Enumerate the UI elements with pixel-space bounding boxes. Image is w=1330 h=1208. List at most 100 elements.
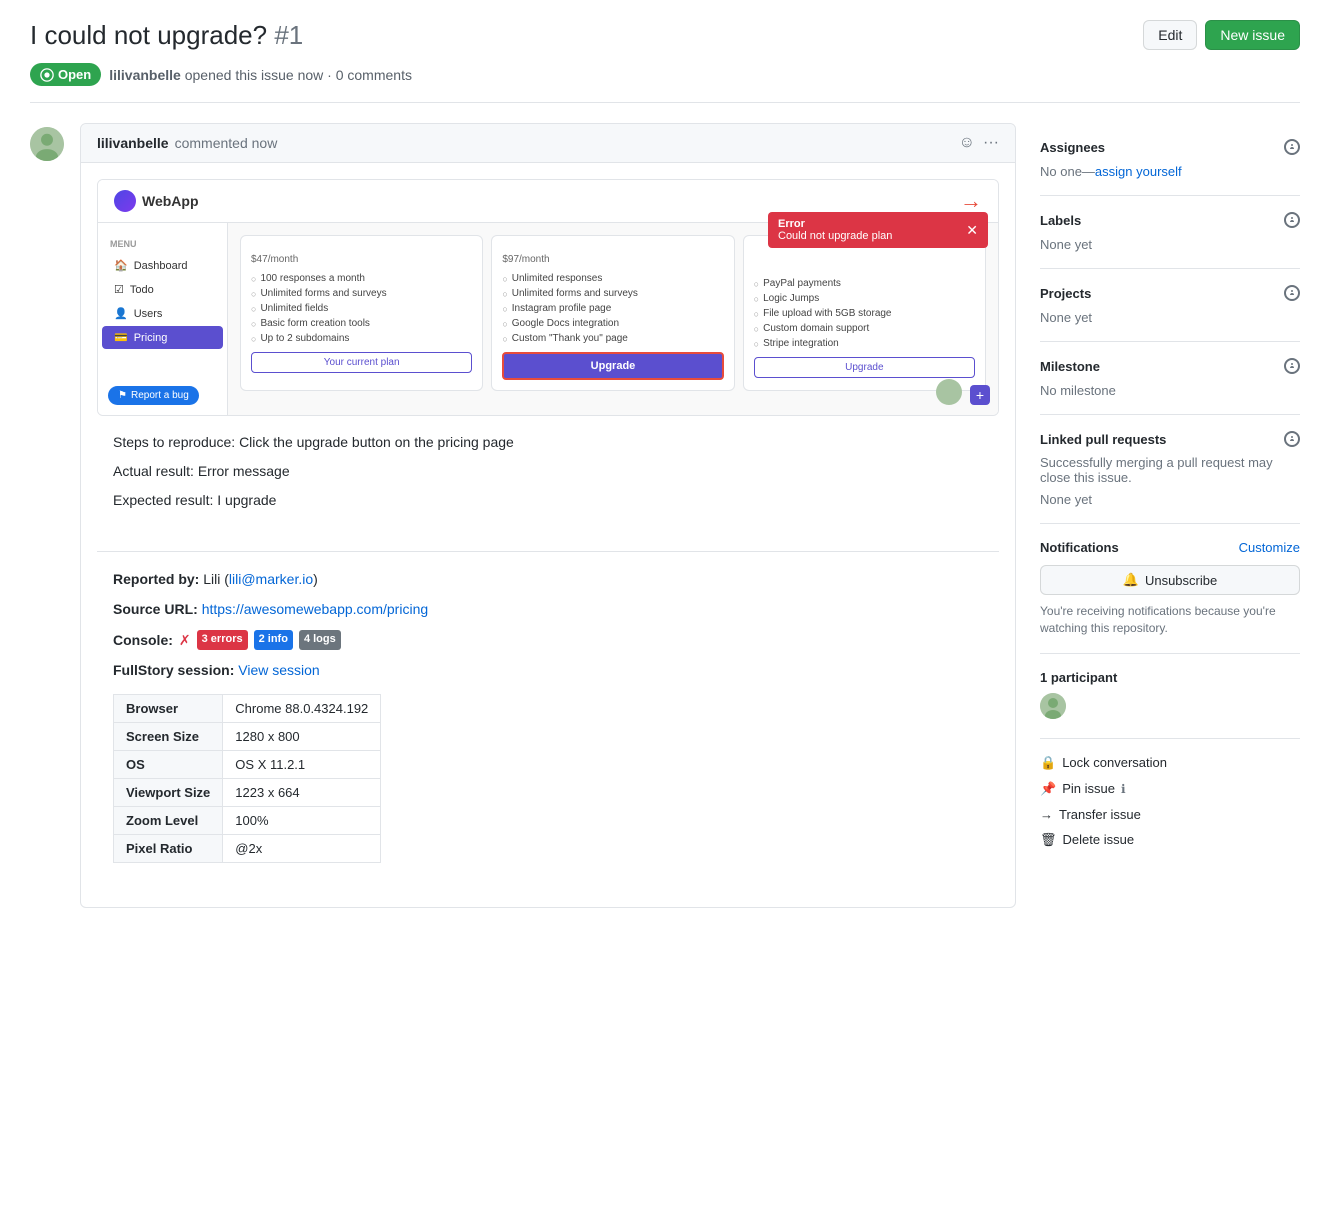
comment-verb: commented now (175, 135, 278, 151)
issue-author: lilivanbelle (109, 67, 181, 83)
pricing-col-2: $97/month Unlimited responses Unlimited … (491, 235, 734, 391)
plan3-feature-4: Custom domain support (754, 323, 975, 334)
table-cell-value: 1223 x 664 (223, 778, 381, 806)
open-icon (40, 68, 54, 82)
main-layout: lilivanbelle commented now ☺ ··· (30, 123, 1300, 924)
labels-value: None yet (1040, 237, 1092, 252)
pin-issue-link[interactable]: 📌 Pin issue ℹ (1040, 781, 1300, 797)
notifications-title: Notifications (1040, 540, 1119, 555)
expected-result: Expected result: I upgrade (113, 490, 983, 511)
notifications-header: Notifications Customize (1040, 540, 1300, 555)
pricing-col-3: PayPal payments Logic Jumps File upload … (743, 235, 986, 391)
sidebar-linked-prs: Linked pull requests Successfully mergin… (1040, 415, 1300, 524)
customize-link[interactable]: Customize (1239, 540, 1300, 555)
delete-label: Delete issue (1063, 832, 1135, 847)
issue-meta-text: lilivanbelle opened this issue now · 0 c… (109, 67, 412, 83)
error-close-icon[interactable]: ✕ (966, 222, 978, 239)
webapp-menu-todo[interactable]: ☑ Todo (102, 278, 223, 301)
table-cell-label: Viewport Size (114, 778, 223, 806)
projects-header: Projects (1040, 285, 1300, 301)
webapp-mockup: Error Could not upgrade plan ✕ (98, 180, 998, 415)
assignees-gear-icon[interactable] (1284, 139, 1300, 155)
steps-text: Steps to reproduce: Click the upgrade bu… (113, 432, 983, 453)
avatar-svg (30, 127, 64, 161)
participant-avatar-svg (1040, 693, 1066, 719)
plan1-feature-2: Unlimited forms and surveys (251, 288, 472, 299)
fullstory-link[interactable]: View session (238, 662, 319, 678)
webapp-menu-label: MENU (98, 235, 227, 253)
sidebar-labels: Labels None yet (1040, 196, 1300, 269)
table-cell-label: Zoom Level (114, 806, 223, 834)
table-cell-label: Screen Size (114, 722, 223, 750)
error-content: Error Could not upgrade plan (778, 218, 892, 242)
issue-body-wrapper: lilivanbelle commented now ☺ ··· (30, 123, 1016, 924)
plan2-feature-2: Unlimited forms and surveys (502, 288, 723, 299)
content-area: lilivanbelle commented now ☺ ··· (30, 123, 1016, 924)
source-url-link[interactable]: https://awesomewebapp.com/pricing (202, 601, 428, 617)
divider (97, 551, 999, 552)
reported-by-label: Reported by: (113, 571, 199, 587)
edit-button[interactable]: Edit (1143, 20, 1197, 50)
table-cell-value: OS X 11.2.1 (223, 750, 381, 778)
sidebar-milestone: Milestone No milestone (1040, 342, 1300, 415)
emoji-icon[interactable]: ☺ (959, 134, 975, 152)
plan1-cta[interactable]: Your current plan (251, 352, 472, 373)
comment-header-actions: ☺ ··· (959, 134, 999, 152)
issue-title: I could not upgrade? #1 (30, 20, 303, 51)
issue-meta: Open lilivanbelle opened this issue now … (30, 63, 1300, 103)
table-row: Zoom Level100% (114, 806, 381, 834)
webapp-plus-btn[interactable]: + (970, 385, 990, 405)
console-logs-badge: 4 logs (299, 630, 341, 650)
trash-icon: 🗑 (1040, 832, 1057, 848)
report-bug-label: Report a bug (131, 390, 189, 401)
comment-body: Error Could not upgrade plan ✕ (81, 163, 1015, 907)
pricing-columns: $47/month 100 responses a month Unlimite… (240, 235, 986, 391)
console-errors-badge: 3 errors (197, 630, 248, 650)
linked-prs-header: Linked pull requests (1040, 431, 1300, 447)
issue-time: now (298, 67, 324, 83)
linked-pr-gear-icon[interactable] (1284, 431, 1300, 447)
webapp-menu-users[interactable]: 👤 Users (102, 302, 223, 325)
projects-gear-icon[interactable] (1284, 285, 1300, 301)
assign-yourself-link[interactable]: assign yourself (1095, 164, 1182, 179)
more-options-icon[interactable]: ··· (983, 134, 999, 152)
milestone-gear-icon[interactable] (1284, 358, 1300, 374)
table-row: Pixel Ratio@2x (114, 834, 381, 862)
new-issue-button[interactable]: New issue (1205, 20, 1300, 50)
meta-info: Reported by: Lili (lili@marker.io) Sourc… (97, 568, 999, 891)
fullstory-label: FullStory session: (113, 662, 234, 678)
plan2-feature-5: Custom "Thank you" page (502, 333, 723, 344)
pricing-col-1: $47/month 100 responses a month Unlimite… (240, 235, 483, 391)
plan2-cta[interactable]: Upgrade (502, 352, 723, 380)
plan3-cta[interactable]: Upgrade (754, 357, 975, 378)
source-url-label: Source URL: (113, 601, 198, 617)
report-bug-button[interactable]: ⚑ Report a bug (108, 386, 199, 405)
sidebar-notifications: Notifications Customize 🔔 Unsubscribe Yo… (1040, 524, 1300, 654)
delete-issue-link[interactable]: 🗑 Delete issue (1040, 832, 1300, 848)
issue-title-text: I could not upgrade? (30, 20, 267, 50)
lock-conversation-link[interactable]: 🔒 Lock conversation (1040, 755, 1300, 771)
comment-box: lilivanbelle commented now ☺ ··· (80, 123, 1016, 908)
sidebar-assignees: Assignees No one—assign yourself (1040, 123, 1300, 196)
comment-text: Steps to reproduce: Click the upgrade bu… (97, 432, 999, 535)
table-cell-label: OS (114, 750, 223, 778)
error-x-icon: ✗ (179, 629, 191, 651)
projects-title: Projects (1040, 286, 1091, 301)
labels-gear-icon[interactable] (1284, 212, 1300, 228)
table-row: OSOS X 11.2.1 (114, 750, 381, 778)
webapp-menu-dashboard[interactable]: 🏠 Dashboard (102, 254, 223, 277)
info-icon: ℹ (1121, 782, 1126, 796)
plan1-feature-3: Unlimited fields (251, 303, 472, 314)
comments-count: 0 comments (336, 67, 412, 83)
table-row: BrowserChrome 88.0.4324.192 (114, 694, 381, 722)
reported-by-name: Lili ( (203, 571, 229, 587)
reported-by-email-link[interactable]: lili@marker.io (229, 571, 313, 587)
status-badge: Open (30, 63, 101, 86)
header-buttons: Edit New issue (1143, 20, 1300, 50)
linked-pr-title: Linked pull requests (1040, 432, 1166, 447)
unsubscribe-button[interactable]: 🔔 Unsubscribe (1040, 565, 1300, 595)
avatar (30, 127, 64, 161)
webapp-menu-pricing[interactable]: 💳 Pricing (102, 326, 223, 349)
transfer-issue-link[interactable]: → Transfer issue (1040, 807, 1300, 822)
separator: · (327, 67, 336, 83)
